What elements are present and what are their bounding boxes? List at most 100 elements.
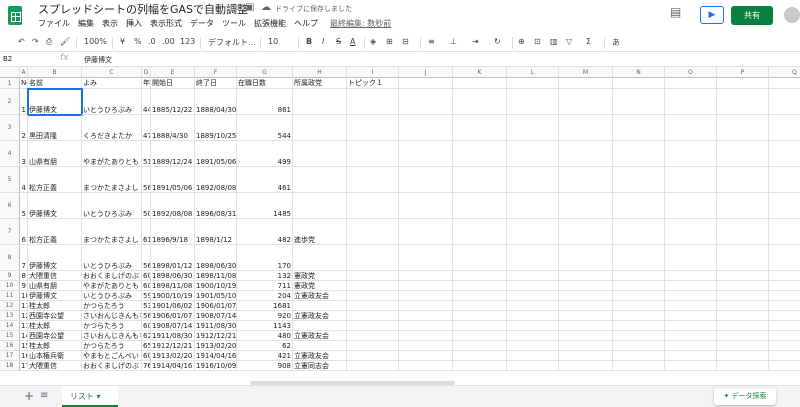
italic-button[interactable]: I (322, 37, 324, 46)
table-cell[interactable]: 1889/12/24 (151, 141, 195, 167)
table-cell[interactable]: 1898/01/12 (151, 245, 195, 271)
table-cell[interactable] (453, 341, 507, 351)
table-cell[interactable] (559, 341, 613, 351)
table-cell[interactable] (507, 341, 559, 351)
filter-icon[interactable]: ▽ (566, 37, 572, 46)
table-cell[interactable] (613, 341, 665, 351)
table-cell[interactable]: 1485 (237, 193, 293, 219)
table-cell[interactable] (769, 219, 800, 245)
table-cell[interactable]: 1889/10/25 (195, 115, 237, 141)
table-cell[interactable]: 1908/07/14 (151, 321, 195, 331)
table-cell[interactable]: 56 (142, 311, 151, 321)
table-cell[interactable]: 1898/06/30 (151, 271, 195, 281)
table-cell[interactable]: 59 (142, 291, 151, 301)
table-cell[interactable]: 4 (20, 167, 28, 193)
table-cell[interactable]: No (20, 78, 28, 89)
table-cell[interactable] (613, 78, 665, 89)
table-cell[interactable]: 1912/12/21 (195, 331, 237, 341)
table-cell[interactable] (453, 331, 507, 341)
table-cell[interactable] (665, 331, 717, 341)
table-cell[interactable]: 56 (142, 167, 151, 193)
column-header-g[interactable]: G (237, 67, 293, 78)
table-cell[interactable] (293, 245, 347, 271)
column-header-q[interactable]: Q (769, 67, 800, 78)
table-cell[interactable] (347, 219, 399, 245)
table-cell[interactable] (507, 331, 559, 341)
table-cell[interactable] (453, 311, 507, 321)
table-cell[interactable]: 立憲政友会 (293, 311, 347, 321)
paint-format-icon[interactable]: 🖌 (60, 37, 70, 46)
table-cell[interactable] (613, 301, 665, 311)
table-cell[interactable]: 桂太郎 (28, 341, 82, 351)
row-header[interactable]: 8 (0, 245, 20, 271)
text-color-button[interactable]: A (350, 37, 355, 46)
table-cell[interactable]: 60 (142, 271, 151, 281)
table-cell[interactable] (347, 291, 399, 301)
row-header[interactable]: 13 (0, 311, 20, 321)
table-cell[interactable] (559, 115, 613, 141)
table-cell[interactable]: かつらたろう (82, 341, 142, 351)
table-cell[interactable] (453, 89, 507, 115)
table-cell[interactable] (769, 193, 800, 219)
table-cell[interactable] (347, 167, 399, 193)
table-cell[interactable] (717, 245, 769, 271)
table-cell[interactable]: 1906/01/07 (151, 311, 195, 321)
table-cell[interactable] (559, 193, 613, 219)
table-cell[interactable]: 立憲同志会 (293, 361, 347, 371)
table-cell[interactable] (453, 193, 507, 219)
table-cell[interactable] (507, 78, 559, 89)
star-icon[interactable]: ☆ (231, 2, 240, 13)
table-cell[interactable] (399, 245, 453, 271)
table-cell[interactable]: 480 (237, 331, 293, 341)
table-cell[interactable] (347, 301, 399, 311)
table-cell[interactable]: 544 (237, 115, 293, 141)
selected-cell[interactable]: 伊藤博文 (27, 88, 83, 116)
table-cell[interactable] (347, 141, 399, 167)
undo-icon[interactable]: ↶ (18, 37, 25, 46)
table-cell[interactable] (665, 311, 717, 321)
table-cell[interactable]: いとうひろぶみ (82, 193, 142, 219)
table-cell[interactable] (613, 351, 665, 361)
table-cell[interactable] (769, 321, 800, 331)
table-cell[interactable]: 1913/02/20 (151, 351, 195, 361)
table-cell[interactable] (613, 219, 665, 245)
table-cell[interactable]: 1901/06/02 (151, 301, 195, 311)
table-cell[interactable]: 1143 (237, 321, 293, 331)
table-cell[interactable] (399, 115, 453, 141)
table-cell[interactable] (347, 281, 399, 291)
table-cell[interactable] (559, 167, 613, 193)
table-cell[interactable]: 1911/08/30 (151, 331, 195, 341)
table-cell[interactable] (769, 301, 800, 311)
table-cell[interactable] (717, 89, 769, 115)
table-cell[interactable]: 山本権兵衛 (28, 351, 82, 361)
table-cell[interactable] (347, 271, 399, 281)
table-cell[interactable]: 12 (20, 311, 28, 321)
table-cell[interactable]: 1916/10/09 (195, 361, 237, 371)
row-header[interactable]: 17 (0, 351, 20, 361)
table-cell[interactable]: 黒田清隆 (28, 115, 82, 141)
table-cell[interactable]: 60 (142, 281, 151, 291)
table-cell[interactable]: 1908/07/14 (195, 311, 237, 321)
column-header-d[interactable]: D (142, 67, 151, 78)
table-cell[interactable] (507, 141, 559, 167)
table-cell[interactable] (559, 245, 613, 271)
table-cell[interactable]: いとうひろぶみ (82, 245, 142, 271)
percent-button[interactable]: % (134, 37, 142, 46)
table-cell[interactable]: 711 (237, 281, 293, 291)
table-cell[interactable]: 立憲政友会 (293, 331, 347, 341)
all-sheets-icon[interactable]: ≡ (40, 390, 48, 401)
table-cell[interactable]: 482 (237, 219, 293, 245)
table-cell[interactable] (347, 115, 399, 141)
table-cell[interactable] (717, 311, 769, 321)
sheets-logo-icon[interactable] (8, 6, 22, 25)
explore-button[interactable]: ✦ データ探索 (714, 388, 776, 405)
table-cell[interactable] (769, 361, 800, 371)
table-cell[interactable] (559, 219, 613, 245)
table-cell[interactable]: 908 (237, 361, 293, 371)
table-cell[interactable] (665, 301, 717, 311)
table-cell[interactable]: 7 (20, 245, 28, 271)
row-header[interactable]: 2 (0, 89, 20, 115)
table-cell[interactable]: 51 (142, 141, 151, 167)
table-cell[interactable] (769, 89, 800, 115)
table-cell[interactable] (453, 301, 507, 311)
